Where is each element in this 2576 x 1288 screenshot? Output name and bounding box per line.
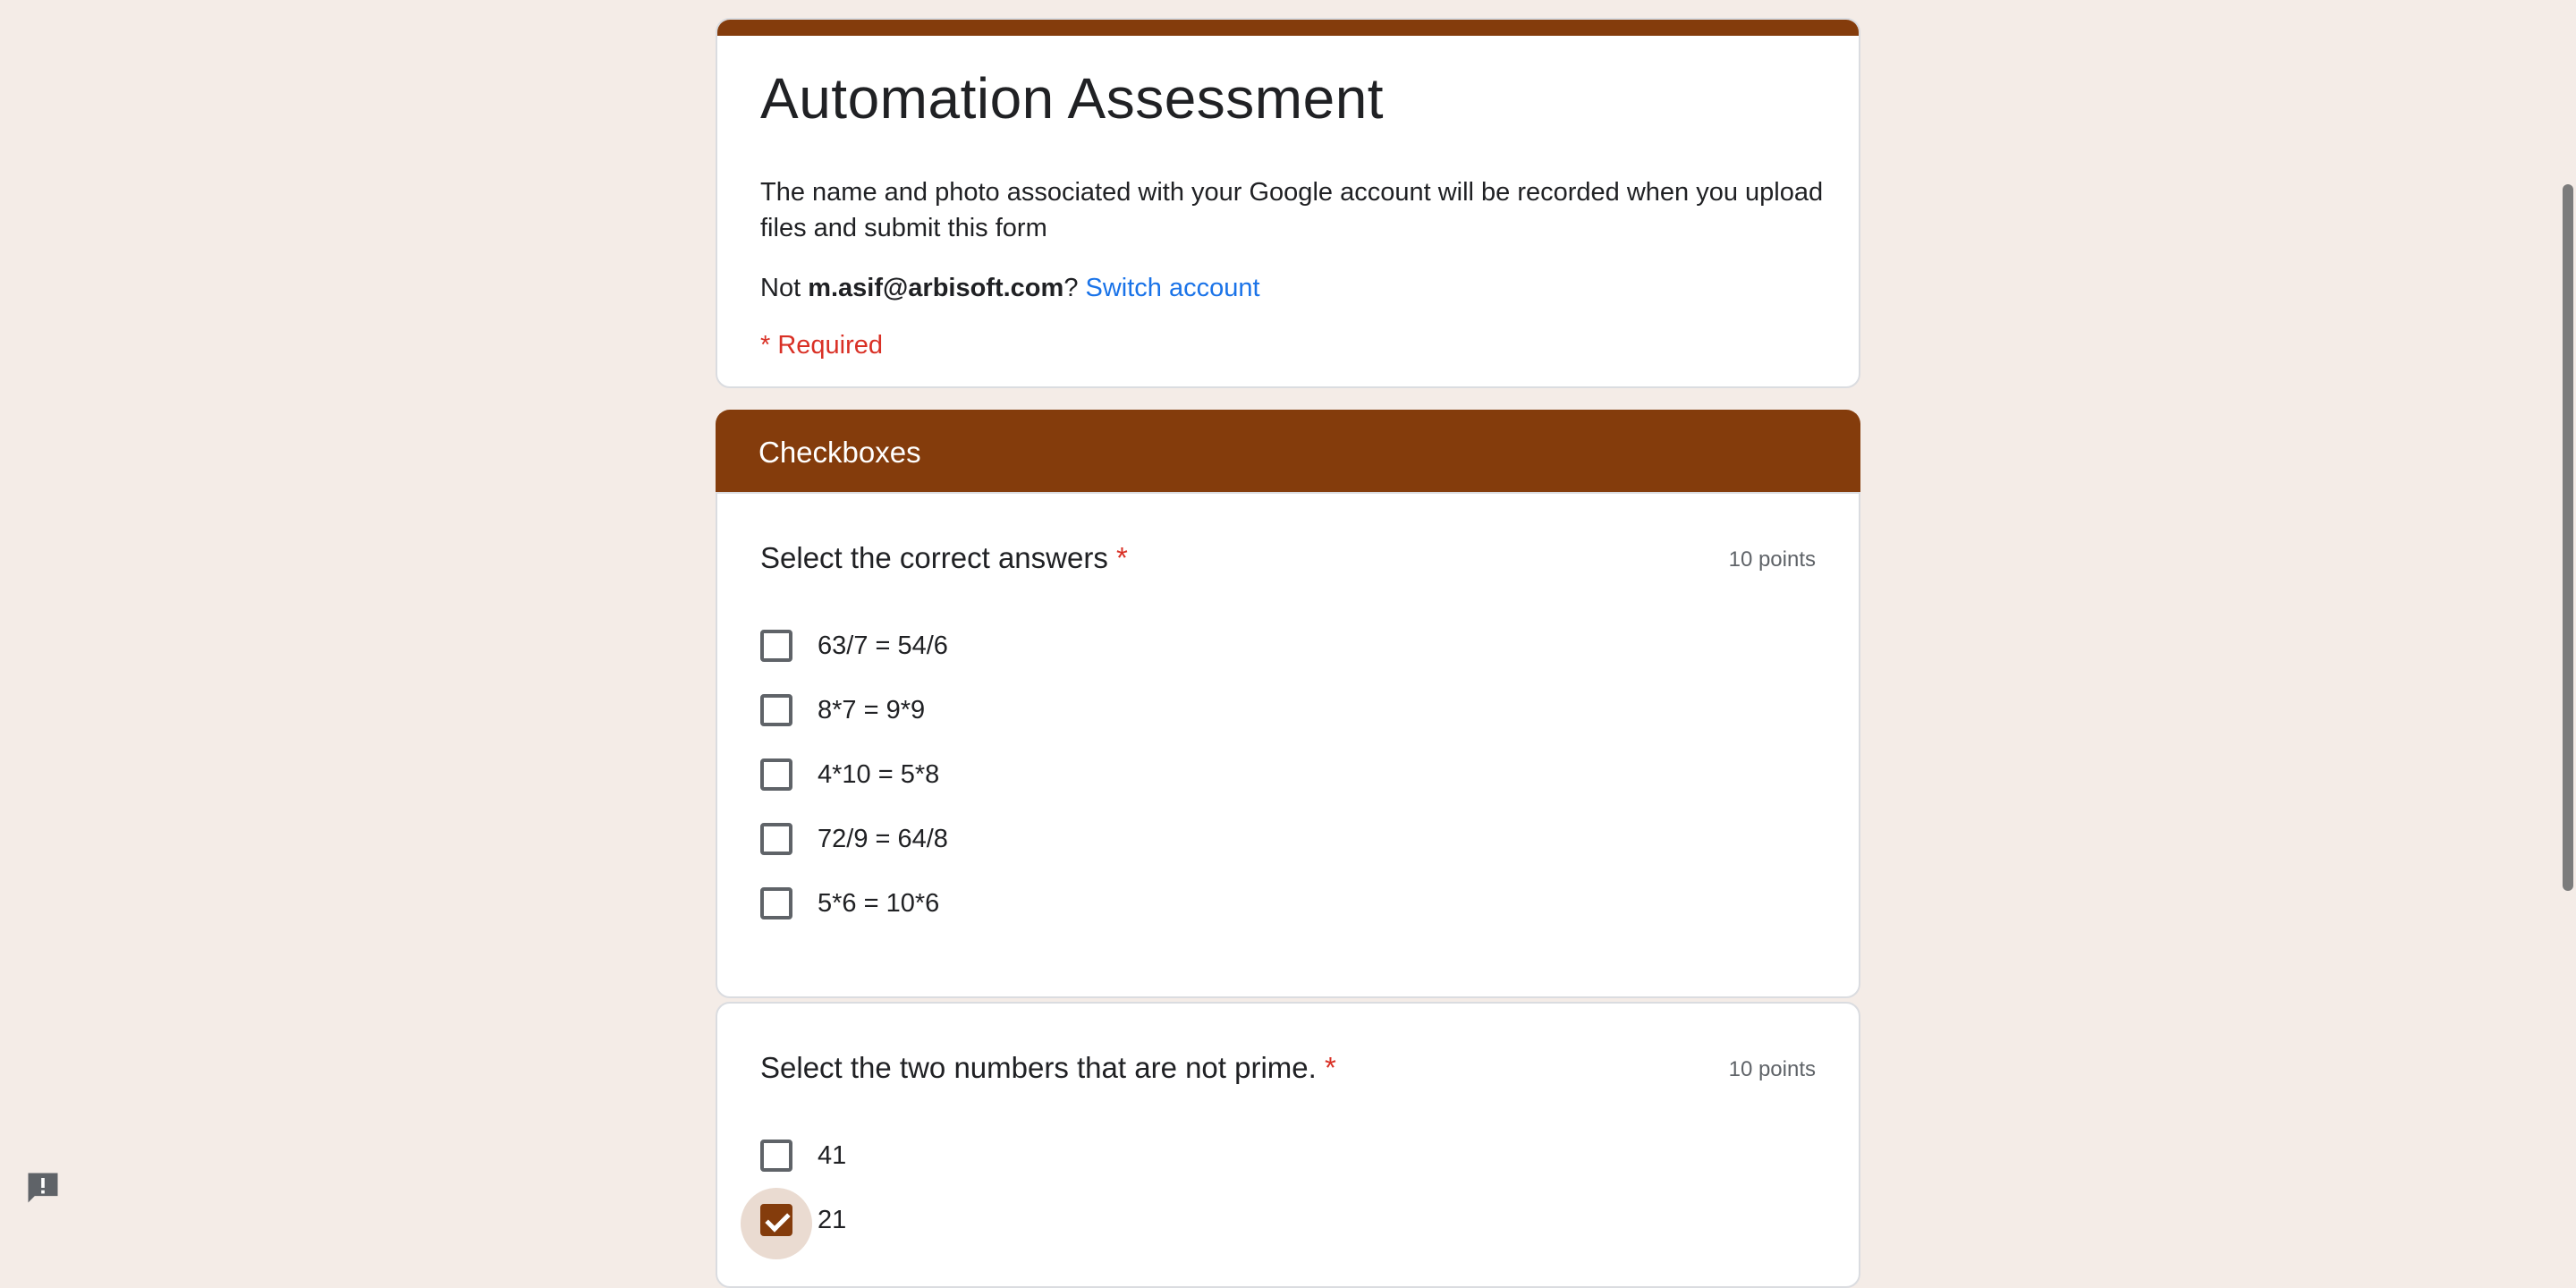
account-suffix: ? [1063,274,1086,302]
form-description: The name and photo associated with your … [760,178,1824,242]
switch-account-link[interactable]: Switch account [1086,274,1260,302]
checkbox-option[interactable]: 21 [741,1188,847,1259]
scrollbar-thumb[interactable] [2563,184,2573,891]
question-text: Select the two numbers that are not prim… [760,1051,1317,1084]
required-note: * Required [760,331,884,360]
option-label: 21 [818,1206,847,1234]
option-label: 63/7 = 54/6 [818,631,948,660]
checkbox-option[interactable]: 41 [760,1136,846,1175]
account-prefix: Not [760,274,809,302]
option-label: 4*10 = 5*8 [818,760,940,789]
account-line: Not m.asif@arbisoft.com? Switch account [760,270,1260,306]
checkbox-option[interactable]: 72/9 = 64/8 [760,819,948,859]
form-header-card: Automation Assessment The name and photo… [716,18,1860,388]
checkbox[interactable] [760,887,792,919]
checkbox-wrapper [741,1188,812,1259]
question-title: Select the correct answers * [760,538,1128,578]
question-points: 10 points [1728,547,1816,572]
checkmark-icon [765,1207,791,1233]
option-label: 72/9 = 64/8 [818,825,948,853]
checkbox[interactable] [760,823,792,855]
question-card: Select the correct answers * 10 points 6… [716,492,1860,998]
form-title: Automation Assessment [760,66,1385,131]
checkbox[interactable] [760,758,792,791]
checkbox[interactable] [760,694,792,726]
question-points: 10 points [1728,1057,1816,1081]
checkbox-checked[interactable] [760,1204,792,1236]
checkbox-option[interactable]: 63/7 = 54/6 [760,626,948,665]
question-title: Select the two numbers that are not prim… [760,1048,1336,1088]
question-card: Select the two numbers that are not prim… [716,1002,1860,1288]
form-container: Automation Assessment The name and photo… [716,18,1860,1288]
checkbox-option[interactable]: 5*6 = 10*6 [760,884,939,923]
header-accent-bar [717,20,1859,36]
option-label: 5*6 = 10*6 [818,889,940,918]
option-label: 41 [818,1141,847,1170]
checkbox[interactable] [760,630,792,662]
report-feedback-icon[interactable] [23,1168,63,1208]
checkbox-option[interactable]: 4*10 = 5*8 [760,755,939,794]
checkbox-option[interactable]: 8*7 = 9*9 [760,691,925,730]
section-header: Checkboxes [716,410,1860,496]
checkbox[interactable] [760,1140,792,1172]
option-label: 8*7 = 9*9 [818,696,926,724]
required-star: * [1324,1051,1336,1084]
scrollbar-track[interactable] [2556,0,2576,1236]
required-star: * [1116,541,1128,574]
question-text: Select the correct answers [760,541,1108,574]
section-title: Checkboxes [758,436,921,469]
account-email: m.asif@arbisoft.com [808,274,1064,302]
